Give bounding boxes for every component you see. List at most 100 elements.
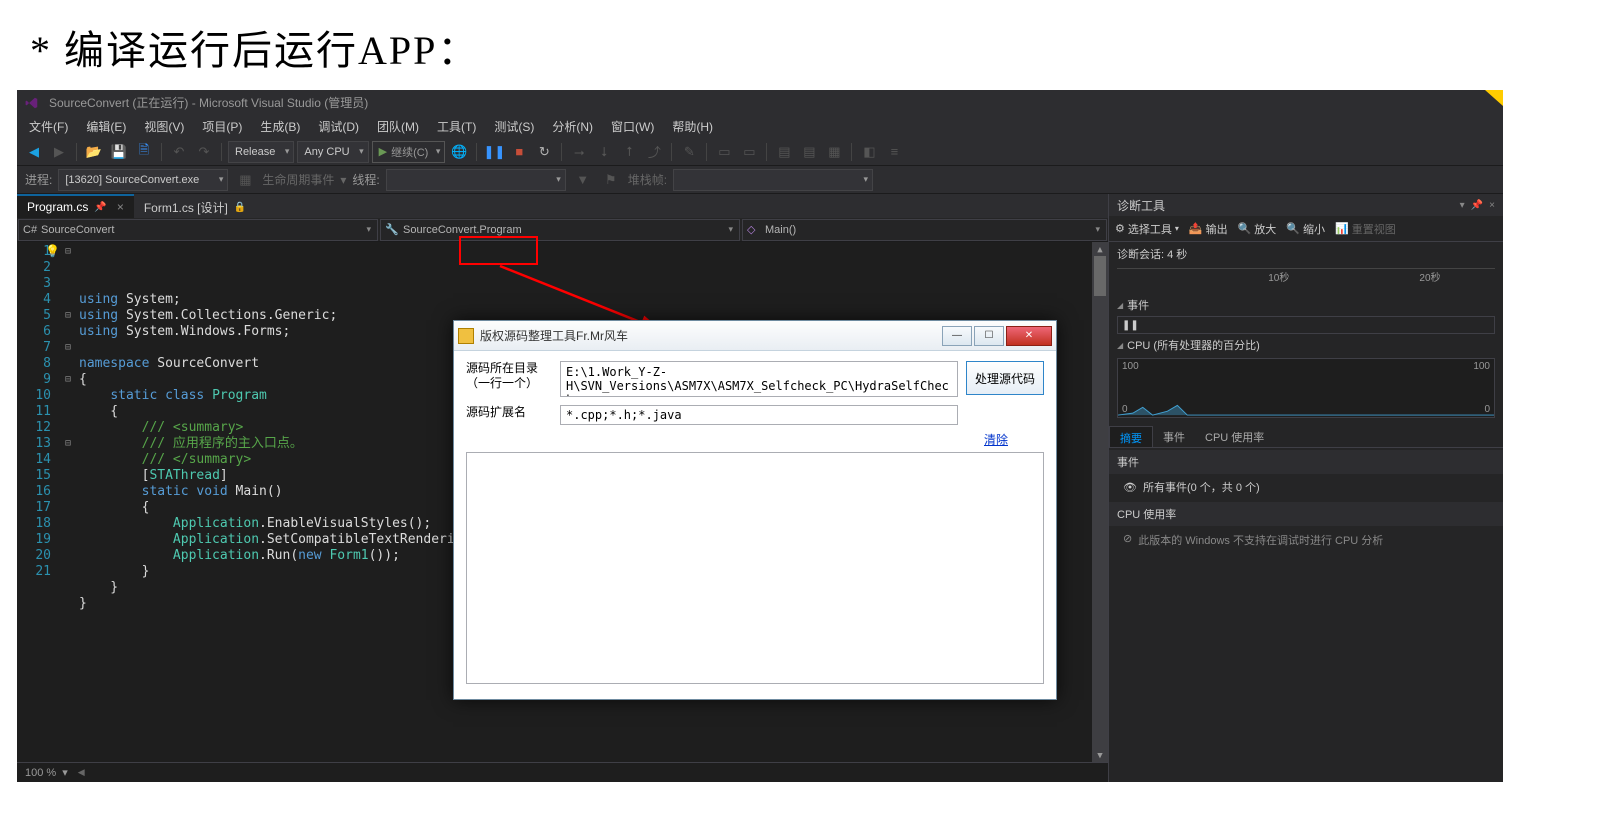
continue-button[interactable]: ▶继续(C) (372, 141, 446, 163)
step-over-icon[interactable]: ⭡ (618, 141, 640, 163)
input-source-dir[interactable] (560, 361, 958, 397)
lightbulb-icon[interactable]: 💡 (45, 243, 60, 259)
redo-icon[interactable]: ↷ (193, 141, 215, 163)
menu-view[interactable]: 视图(V) (136, 116, 192, 137)
panel-dropdown-icon[interactable]: ▾ (1460, 200, 1465, 211)
maximize-button[interactable]: ☐ (974, 326, 1004, 346)
events-header[interactable]: 事件 (1109, 294, 1503, 316)
nav-project[interactable]: C#SourceConvert (18, 219, 378, 241)
menu-edit[interactable]: 编辑(E) (78, 116, 134, 137)
misc-icon[interactable]: ✎ (678, 141, 700, 163)
filter-icon[interactable]: ▼ (572, 169, 594, 191)
nav-back-icon[interactable]: ◀ (23, 141, 45, 163)
zoom-level[interactable]: 100 % (25, 767, 56, 779)
undo-icon[interactable]: ↶ (168, 141, 190, 163)
tab-program-cs[interactable]: Program.cs 📌 × (17, 194, 134, 218)
step-into-icon[interactable]: ⭣ (593, 141, 615, 163)
save-icon[interactable]: 💾 (108, 141, 130, 163)
misc5-icon[interactable]: ▤ (798, 141, 820, 163)
scroll-thumb[interactable] (1094, 256, 1106, 296)
events-row[interactable]: 👁所有事件(0 个，共 0 个) (1109, 474, 1503, 500)
lifecycle-icon[interactable]: ▦ (234, 169, 256, 191)
zoom-dropdown-icon[interactable]: ▾ (62, 766, 68, 779)
lock-icon: 🔒 (234, 202, 246, 213)
step-next-icon[interactable]: ⭢ (568, 141, 590, 163)
close-icon[interactable]: × (117, 200, 124, 214)
output-textarea[interactable] (466, 452, 1044, 684)
label-source-dir: 源码所在目录（一行一个） (466, 361, 552, 391)
menu-help[interactable]: 帮助(H) (664, 116, 721, 137)
flag-icon[interactable]: ⚑ (600, 169, 622, 191)
panel-close-icon[interactable]: × (1489, 200, 1495, 211)
pause-icon[interactable]: ❚❚ (483, 141, 505, 163)
tab-summary[interactable]: 摘要 (1109, 426, 1153, 447)
tab-label: Program.cs (27, 200, 88, 214)
vertical-scrollbar[interactable]: ▲ ▼ (1092, 242, 1108, 762)
reset-view-btn[interactable]: 📊重置视图 (1335, 221, 1396, 237)
pin-icon[interactable]: 📌 (94, 202, 106, 213)
session-label: 诊断会话: 4 秒 (1109, 242, 1503, 266)
scroll-up-icon[interactable]: ▲ (1092, 242, 1108, 256)
process-button[interactable]: 处理源代码 (966, 361, 1044, 395)
tick-10s: 10秒 (1268, 269, 1289, 284)
diag-toolbar: ⚙选择工具▾ 📤输出 🔍放大 🔍缩小 📊重置视图 (1109, 216, 1503, 242)
misc7-icon[interactable]: ◧ (858, 141, 880, 163)
fold-column[interactable]: ⊟⊟⊟⊟⊟ (61, 242, 75, 762)
nav-member[interactable]: ◇Main() (742, 219, 1107, 241)
misc2-icon[interactable]: ▭ (713, 141, 735, 163)
misc6-icon[interactable]: ▦ (823, 141, 845, 163)
platform-dropdown[interactable]: Any CPU (297, 141, 368, 163)
misc4-icon[interactable]: ▤ (773, 141, 795, 163)
close-button[interactable]: ✕ (1006, 326, 1052, 346)
scroll-left-icon[interactable]: ◀ (78, 767, 85, 778)
misc8-icon[interactable]: ≡ (883, 141, 905, 163)
input-extensions[interactable] (560, 405, 958, 425)
process-dropdown[interactable]: [13620] SourceConvert.exe (58, 169, 228, 191)
separator (161, 143, 162, 161)
output-btn[interactable]: 📤输出 (1189, 221, 1228, 237)
nav-fwd-icon[interactable]: ▶ (48, 141, 70, 163)
menu-test[interactable]: 测试(S) (486, 116, 542, 137)
separator (671, 143, 672, 161)
vs-menubar: 文件(F) 编辑(E) 视图(V) 项目(P) 生成(B) 调试(D) 团队(M… (17, 115, 1503, 138)
select-tools[interactable]: ⚙选择工具▾ (1115, 221, 1179, 237)
minimize-button[interactable]: — (942, 326, 972, 346)
zoom-in-icon: 🔍 (1238, 222, 1252, 235)
stop-icon[interactable]: ■ (508, 141, 530, 163)
restart-icon[interactable]: ↻ (533, 141, 555, 163)
menu-tools[interactable]: 工具(T) (429, 116, 484, 137)
tab-form1-design[interactable]: Form1.cs [设计] 🔒 (134, 194, 256, 218)
clear-link[interactable]: 清除 (984, 433, 1008, 447)
nav-project-label: SourceConvert (41, 224, 114, 236)
zoom-out-btn[interactable]: 🔍缩小 (1286, 221, 1325, 237)
step-out-icon[interactable]: ⤴ (643, 141, 665, 163)
menu-analyze[interactable]: 分析(N) (544, 116, 601, 137)
class-icon: 🔧 (385, 223, 399, 236)
nav-class[interactable]: 🔧SourceConvert.Program (380, 219, 740, 241)
browser-icon[interactable]: 🌐 (448, 141, 470, 163)
separator (766, 143, 767, 161)
panel-pin-icon[interactable]: 📌 (1471, 200, 1483, 211)
zoom-in-btn[interactable]: 🔍放大 (1238, 221, 1277, 237)
menu-window[interactable]: 窗口(W) (603, 116, 662, 137)
menu-debug[interactable]: 调试(D) (310, 116, 367, 137)
config-dropdown[interactable]: Release (228, 141, 294, 163)
tab-events[interactable]: 事件 (1153, 426, 1195, 447)
timeline[interactable]: 10秒 20秒 (1117, 268, 1495, 292)
open-icon[interactable]: 📂 (83, 141, 105, 163)
save-all-icon[interactable]: 🗎 (133, 141, 155, 163)
scroll-down-icon[interactable]: ▼ (1092, 748, 1108, 762)
separator (706, 143, 707, 161)
cpu-header[interactable]: CPU (所有处理器的百分比) (1109, 334, 1503, 356)
dialog-titlebar[interactable]: 版权源码整理工具Fr.Mr风车 — ☐ ✕ (454, 321, 1056, 351)
label-extensions: 源码扩展名 (466, 405, 552, 420)
menu-team[interactable]: 团队(M) (369, 116, 427, 137)
diagnostics-panel: 诊断工具 ▾ 📌 × ⚙选择工具▾ 📤输出 🔍放大 🔍缩小 📊重置视图 诊断会话… (1108, 194, 1503, 782)
tab-cpu[interactable]: CPU 使用率 (1195, 426, 1274, 447)
menu-build[interactable]: 生成(B) (252, 116, 308, 137)
thread-dropdown[interactable] (386, 169, 566, 191)
menu-project[interactable]: 项目(P) (194, 116, 250, 137)
menu-file[interactable]: 文件(F) (21, 116, 76, 137)
misc3-icon[interactable]: ▭ (738, 141, 760, 163)
stack-dropdown[interactable] (673, 169, 873, 191)
